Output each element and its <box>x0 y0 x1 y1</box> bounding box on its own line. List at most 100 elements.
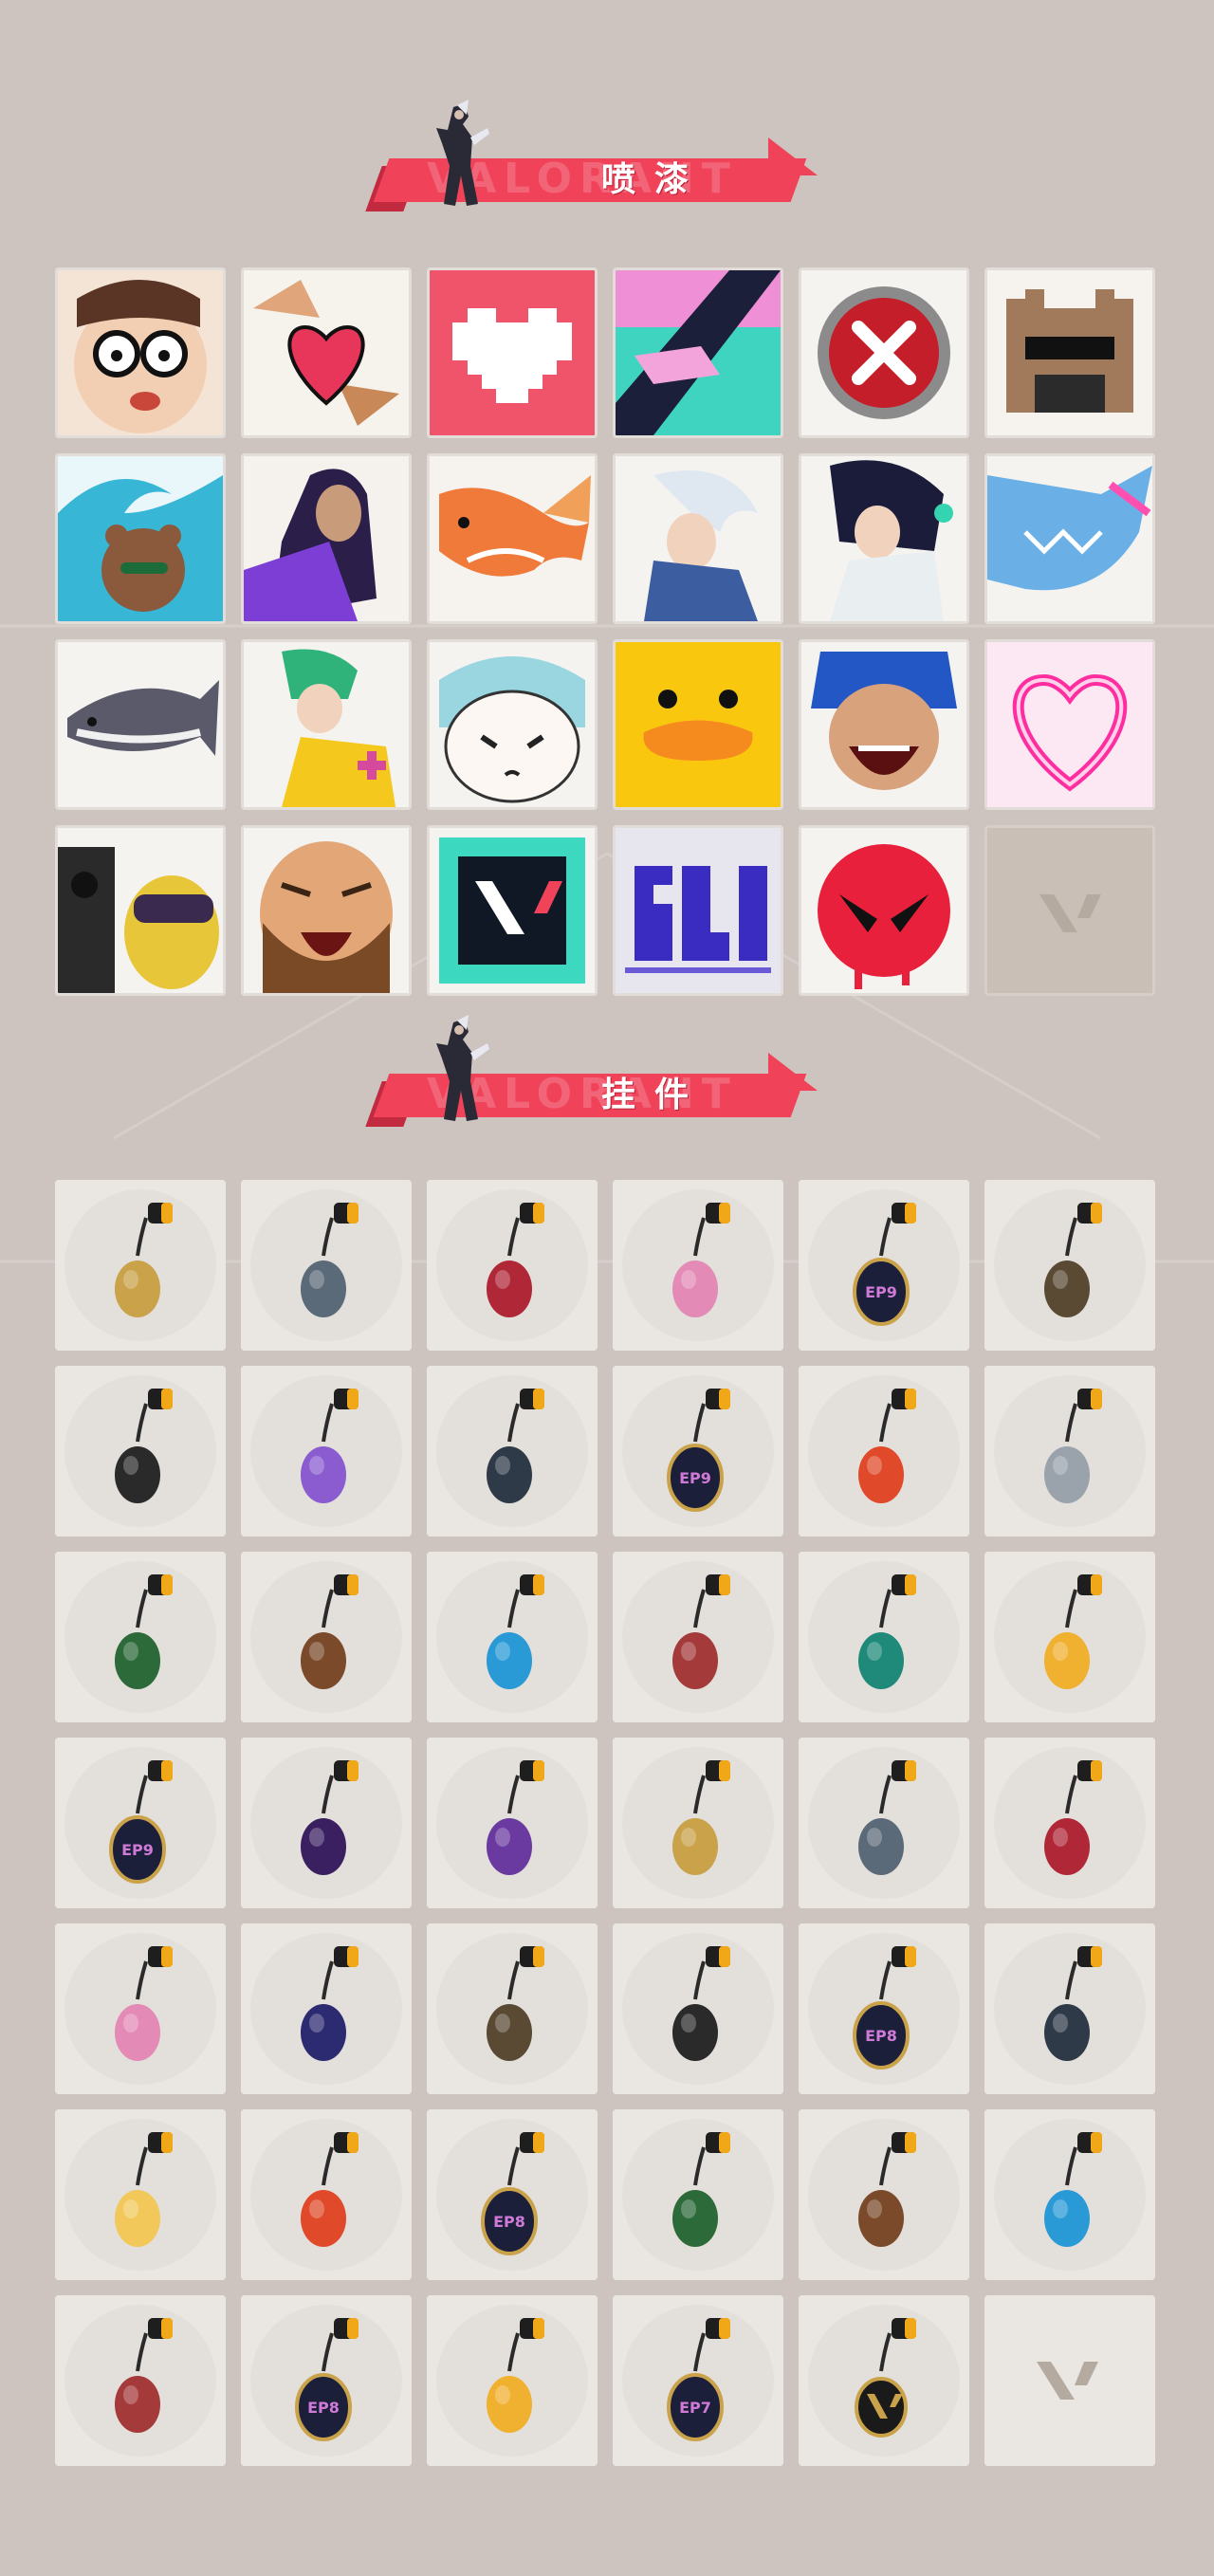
spray-tile[interactable] <box>799 639 969 810</box>
buddy-tile[interactable] <box>613 1180 783 1351</box>
spray-tile[interactable] <box>984 825 1155 996</box>
lute-buddy-icon <box>858 1574 916 1689</box>
buddy-tile[interactable]: EP8 <box>241 2295 412 2466</box>
buddy-tile[interactable] <box>984 1552 1155 1722</box>
pink-gun-stripe-spray-icon <box>616 270 781 435</box>
spray-tile[interactable] <box>241 825 412 996</box>
buddy-tile[interactable] <box>427 1366 598 1536</box>
yellow-duck-spray-icon <box>616 642 781 807</box>
buddy-tile[interactable] <box>241 1923 412 2094</box>
buddy-tile[interactable] <box>427 1738 598 1908</box>
pixel-heart-spray-icon <box>430 270 595 435</box>
bottle-buddy-icon <box>115 2132 173 2247</box>
empty-slot-valorant-logo-icon <box>1039 894 1101 932</box>
buddy-tile[interactable] <box>55 1552 226 1722</box>
buddy-tile[interactable] <box>799 2109 969 2280</box>
buddy-tile[interactable] <box>241 1552 412 1722</box>
robot-figure-buddy-icon <box>301 1574 359 1689</box>
spray-tile[interactable] <box>984 639 1155 810</box>
sprays-section-title: 喷漆 <box>600 160 708 199</box>
buddy-tile[interactable] <box>55 1180 226 1351</box>
graffiti-tag-spray-icon <box>616 828 781 993</box>
buddy-tile[interactable] <box>613 1738 783 1908</box>
spray-tile[interactable] <box>984 267 1155 438</box>
buddies-section-title: 挂件 <box>600 1076 708 1114</box>
buddy-tile[interactable] <box>984 1366 1155 1536</box>
spray-tile[interactable] <box>984 453 1155 624</box>
buddies-section-banner: VALORANT 挂件 <box>365 1015 825 1138</box>
buddy-tile[interactable]: EP9 <box>799 1180 969 1351</box>
buddy-tile[interactable] <box>55 1366 226 1536</box>
rope-noose-buddy-icon <box>487 1203 544 1317</box>
buddy-tile[interactable] <box>55 1923 226 2094</box>
red-x-button-spray-icon <box>801 270 966 435</box>
spray-tile[interactable] <box>427 639 598 810</box>
buddy-tile[interactable] <box>427 1923 598 2094</box>
spray-tile[interactable] <box>241 639 412 810</box>
spray-tile[interactable] <box>613 453 783 624</box>
bear-wave-spray-icon <box>58 456 223 621</box>
lion-head-buddy-icon <box>487 2318 544 2433</box>
buddy-tile[interactable]: EP8 <box>799 1923 969 2094</box>
spray-tile[interactable] <box>55 639 226 810</box>
spray-tile[interactable] <box>55 825 226 996</box>
buddy-tile[interactable] <box>613 2109 783 2280</box>
buddy-tile[interactable] <box>427 2295 598 2466</box>
buddy-tile[interactable]: EP9 <box>55 1738 226 1908</box>
buddy-tile[interactable] <box>984 2109 1155 2280</box>
spray-tile[interactable] <box>799 453 969 624</box>
spray-tile[interactable] <box>427 825 598 996</box>
purple-pixel-heart-buddy-icon <box>858 1389 916 1503</box>
spray-tile[interactable] <box>613 825 783 996</box>
buddy-tile[interactable]: EP8 <box>427 2109 598 2280</box>
spray-tile[interactable] <box>799 825 969 996</box>
buddy-tile[interactable] <box>799 1366 969 1536</box>
spray-tile[interactable] <box>241 453 412 624</box>
spray-tile[interactable] <box>55 267 226 438</box>
buddy-grid: EP9 EP9 EP9 EP8 EP8 EP8 EP7 <box>55 1180 1155 2466</box>
spray-tile[interactable] <box>799 267 969 438</box>
buddy-tile[interactable] <box>799 1552 969 1722</box>
buddy-tile[interactable] <box>984 1180 1155 1351</box>
pretzel-buddy-icon <box>1044 1946 1102 2061</box>
red-angry-face-spray-icon <box>801 828 966 993</box>
spray-tile[interactable] <box>613 639 783 810</box>
buddy-tile[interactable] <box>984 2295 1155 2466</box>
spray-tile[interactable] <box>427 267 598 438</box>
buddy-tile[interactable] <box>799 1738 969 1908</box>
buddy-tile[interactable] <box>984 1738 1155 1908</box>
ep9-medallion-buddy-icon: EP9 <box>667 1389 730 1512</box>
spray-tile[interactable] <box>427 453 598 624</box>
cartoon-face-glasses-spray-icon <box>58 270 223 435</box>
buddy-tile[interactable] <box>427 1180 598 1351</box>
spray-tile[interactable] <box>55 453 226 624</box>
ep9-medallion-buddy-icon: EP9 <box>853 1203 916 1326</box>
buddy-tile[interactable] <box>55 2109 226 2280</box>
buddy-tile[interactable] <box>799 2295 969 2466</box>
buddy-tile[interactable]: EP9 <box>613 1366 783 1536</box>
svg-text:EP8: EP8 <box>865 2027 897 2045</box>
buddy-tile[interactable] <box>241 2109 412 2280</box>
buddy-tile[interactable] <box>984 1923 1155 2094</box>
buddy-tile[interactable]: EP7 <box>613 2295 783 2466</box>
hands-heart-spray-icon <box>244 270 409 435</box>
spray-tile[interactable] <box>613 267 783 438</box>
buddy-tile[interactable] <box>427 1552 598 1722</box>
buddy-tile[interactable] <box>613 1552 783 1722</box>
laughing-bearded-man-spray-icon <box>244 828 409 993</box>
reyna-agent-spray-icon <box>244 456 409 621</box>
buddy-tile[interactable] <box>241 1738 412 1908</box>
catfish-spray-icon <box>58 642 223 807</box>
baseball-bat-buddy-icon <box>487 1574 544 1689</box>
cupcake-buddy-icon <box>672 1203 730 1317</box>
mecha-robot-buddy-icon <box>1044 1760 1102 1875</box>
skewer-buddy-icon <box>115 1574 173 1689</box>
buddy-tile[interactable] <box>241 1180 412 1351</box>
gold-robot-buddy-icon <box>301 1760 359 1875</box>
buddy-tile[interactable] <box>241 1366 412 1536</box>
ep8-medallion-buddy-icon: EP8 <box>481 2132 544 2255</box>
spray-tile[interactable] <box>241 267 412 438</box>
buddy-tile[interactable] <box>55 2295 226 2466</box>
svg-text:EP8: EP8 <box>493 2213 525 2231</box>
buddy-tile[interactable] <box>613 1923 783 2094</box>
